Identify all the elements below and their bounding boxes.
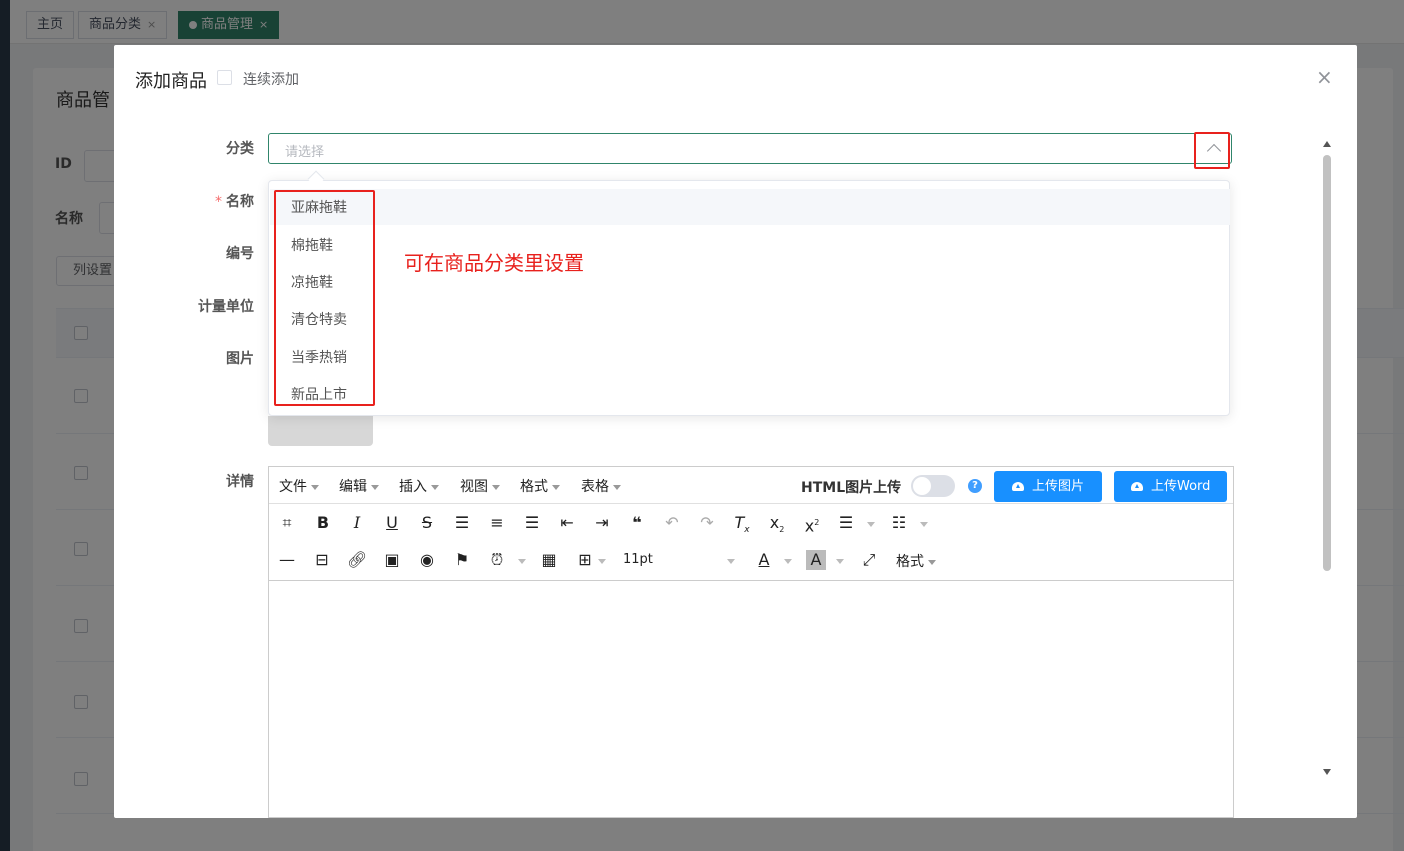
link-icon[interactable]: 🔗︎ xyxy=(347,548,367,572)
add-product-dialog: 添加商品 连续添加 × 分类 请选择 * 名称 编号 计量单位 图片 详情 亚麻拖… xyxy=(114,45,1357,818)
continuous-add-label[interactable]: 连续添加 xyxy=(243,69,299,89)
caret-down-icon xyxy=(552,484,560,490)
caret-down-icon xyxy=(431,484,439,490)
horizontal-line-icon[interactable]: — xyxy=(277,548,297,572)
fullscreen-icon[interactable]: ⤢ xyxy=(859,548,879,572)
highlight-box-options xyxy=(274,190,375,406)
caret-down-icon xyxy=(928,559,936,565)
find-replace-icon[interactable]: ⌗ xyxy=(277,511,297,535)
align-left-icon[interactable]: ☰ xyxy=(452,511,472,535)
menu-table[interactable]: 表格 xyxy=(581,476,621,496)
image-icon[interactable]: ▣ xyxy=(382,548,402,572)
caret-down-icon xyxy=(371,484,379,490)
required-mark: * xyxy=(215,194,222,210)
underline-icon[interactable]: U xyxy=(382,511,402,535)
numbered-list-icon[interactable]: ☷ xyxy=(889,511,909,535)
category-placeholder: 请选择 xyxy=(285,145,325,160)
bold-icon[interactable]: B xyxy=(313,511,333,535)
italic-icon[interactable]: I xyxy=(347,511,367,535)
blockquote-icon[interactable]: ❝ xyxy=(627,511,647,535)
indent-icon[interactable]: ⇥ xyxy=(592,511,612,535)
category-dropdown: 亚麻拖鞋 棉拖鞋 凉拖鞋 清仓特卖 当季热销 新品上市 xyxy=(268,180,1230,416)
caret-down-icon[interactable] xyxy=(727,559,735,564)
page-break-icon[interactable]: ⊟ xyxy=(312,548,332,572)
toggle-knob xyxy=(913,477,931,495)
category-select[interactable]: 请选择 xyxy=(268,133,1232,164)
image-label: 图片 xyxy=(226,351,254,367)
editor-toolbar-row-1: ⌗ B I U S ☰ ≡ ☰ ⇤ ⇥ ❝ ↶ ↷ Tx x2 x2 ☰ ☷ xyxy=(269,505,1233,542)
caret-down-icon[interactable] xyxy=(784,559,792,564)
caret-down-icon xyxy=(613,484,621,490)
caret-down-icon[interactable] xyxy=(598,559,606,564)
continuous-add-checkbox[interactable] xyxy=(217,70,232,85)
undo-icon[interactable]: ↶ xyxy=(662,511,682,535)
scroll-up-icon[interactable] xyxy=(1323,141,1331,147)
datetime-icon[interactable]: ⏰︎ xyxy=(487,548,507,572)
menu-edit[interactable]: 编辑 xyxy=(339,476,379,496)
caret-down-icon[interactable] xyxy=(867,522,875,527)
details-label: 详情 xyxy=(226,474,254,490)
outdent-icon[interactable]: ⇤ xyxy=(557,511,577,535)
editor-toolbar-row-2: — ⊟ 🔗︎ ▣ ◉ ⚑ ⏰︎ ▦ ⊞ 11pt A A ⤢ 格式 xyxy=(269,542,1233,579)
scrollbar-thumb[interactable] xyxy=(1323,155,1331,571)
align-right-icon[interactable]: ☰ xyxy=(522,511,542,535)
superscript-icon[interactable]: x2 xyxy=(802,511,822,535)
caret-down-icon[interactable] xyxy=(920,522,928,527)
annotation-text: 可在商品分类里设置 xyxy=(404,251,584,275)
menu-insert[interactable]: 插入 xyxy=(399,476,439,496)
rich-text-editor: 文件 编辑 插入 视图 格式 表格 HTML图片上传 ? 上传图片 上传Word… xyxy=(268,466,1234,818)
font-size-select[interactable]: 11pt xyxy=(623,548,653,572)
background-color-icon[interactable]: A xyxy=(806,550,826,570)
format-dropdown[interactable]: 格式 xyxy=(896,551,936,571)
menu-format[interactable]: 格式 xyxy=(520,476,560,496)
html-image-upload-label: HTML图片上传 xyxy=(801,480,902,496)
html-image-upload-toggle[interactable] xyxy=(911,475,955,497)
caret-down-icon[interactable] xyxy=(518,559,526,564)
table-icon[interactable]: ⊞ xyxy=(575,548,595,572)
cloud-upload-icon xyxy=(1131,482,1143,491)
hover-highlight xyxy=(270,189,1230,225)
caret-down-icon[interactable] xyxy=(836,559,844,564)
image-uploader[interactable] xyxy=(268,416,373,446)
menu-view[interactable]: 视图 xyxy=(460,476,500,496)
unit-label: 计量单位 xyxy=(198,299,254,315)
clear-format-icon[interactable]: Tx xyxy=(732,511,752,535)
code-label: 编号 xyxy=(226,246,254,262)
editor-menubar: 文件 编辑 插入 视图 格式 表格 HTML图片上传 ? 上传图片 上传Word xyxy=(269,467,1233,504)
name-label: * 名称 xyxy=(215,194,254,210)
close-icon[interactable]: × xyxy=(1316,67,1333,87)
redo-icon[interactable]: ↷ xyxy=(697,511,717,535)
category-label: 分类 xyxy=(226,141,254,157)
caret-down-icon xyxy=(311,484,319,490)
strikethrough-icon[interactable]: S xyxy=(417,511,437,535)
align-center-icon[interactable]: ≡ xyxy=(487,511,507,535)
menu-file[interactable]: 文件 xyxy=(279,476,319,496)
upload-image-button[interactable]: 上传图片 xyxy=(994,471,1102,502)
toolbar-divider xyxy=(269,580,1233,581)
bookmark-icon[interactable]: ⚑ xyxy=(452,548,472,572)
subscript-icon[interactable]: x2 xyxy=(767,511,787,535)
caret-down-icon xyxy=(492,484,500,490)
scroll-down-icon[interactable] xyxy=(1323,769,1331,775)
cloud-upload-icon xyxy=(1012,482,1024,491)
text-color-icon[interactable]: A xyxy=(754,548,774,572)
bullet-list-icon[interactable]: ☰ xyxy=(836,511,856,535)
media-icon[interactable]: ▦ xyxy=(539,548,559,572)
upload-word-button[interactable]: 上传Word xyxy=(1114,471,1227,502)
help-icon[interactable]: ? xyxy=(968,479,982,493)
preview-icon[interactable]: ◉ xyxy=(417,548,437,572)
highlight-box-chevron xyxy=(1194,132,1230,169)
dialog-title: 添加商品 xyxy=(135,71,207,92)
